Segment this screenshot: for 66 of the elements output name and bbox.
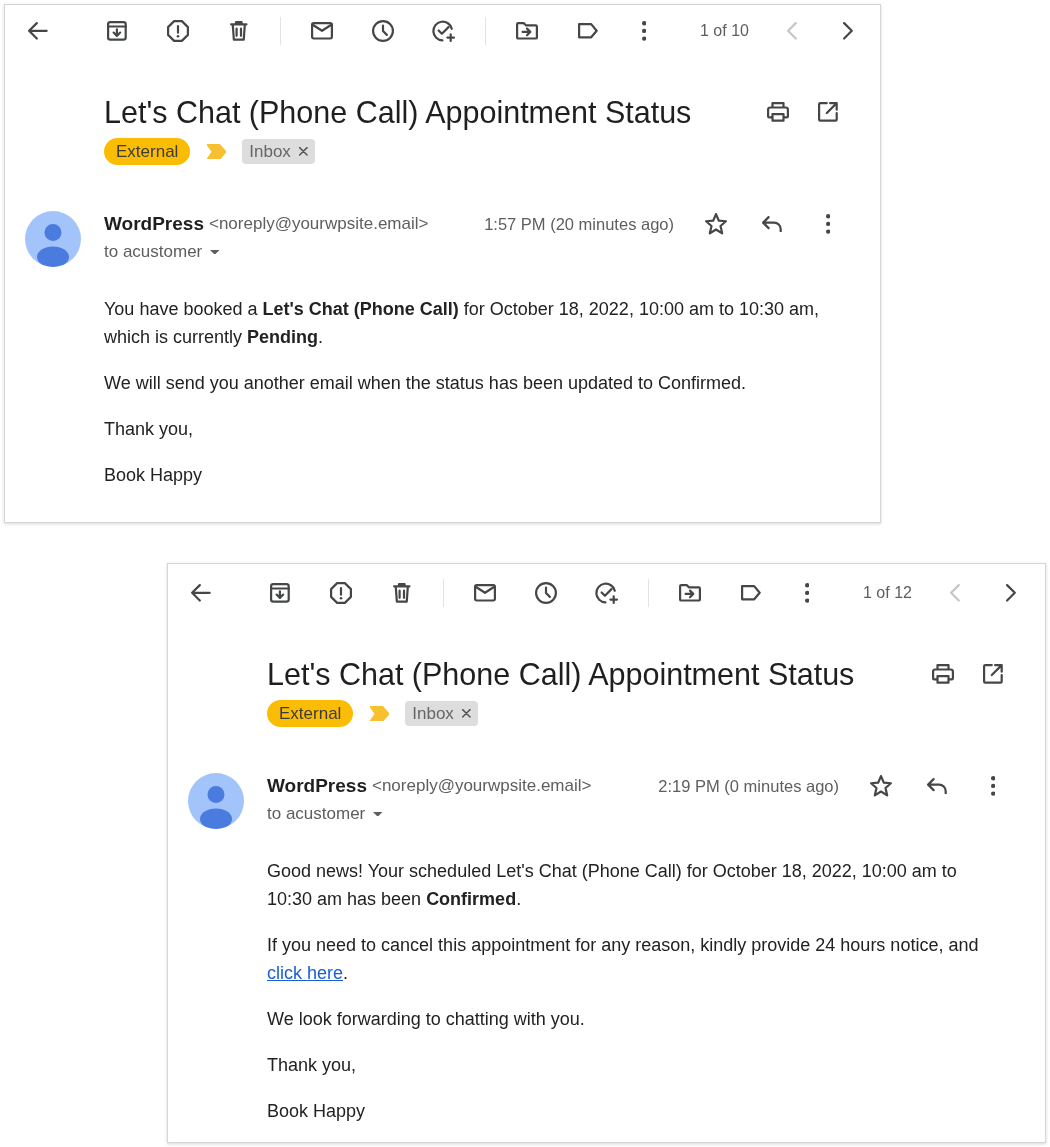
- folder-arrow-icon[interactable]: [679, 584, 701, 602]
- label-chip[interactable]: External: [267, 700, 354, 727]
- person-avatar-icon: [25, 211, 81, 267]
- sender-email: <noreply@yourwpsite.email>: [208, 214, 429, 234]
- body-paragraph: Book Happy: [267, 1100, 367, 1123]
- body-paragraph: You have booked a Let's Chat (Phone Call) for October 18, 2022, 10:00 am to 10:30 am, which is currently Pending.: [104, 298, 820, 349]
- printer-icon[interactable]: [767, 102, 789, 122]
- chevron-right-icon[interactable]: [843, 22, 853, 40]
- body-paragraph: Thank you,: [104, 418, 195, 441]
- curved-arrow-icon[interactable]: [762, 215, 782, 233]
- caret-down-icon[interactable]: [210, 249, 220, 255]
- label-chip[interactable]: Inbox: [242, 139, 315, 164]
- caret-down-icon[interactable]: [373, 811, 383, 817]
- folder-arrow-icon[interactable]: [516, 22, 538, 40]
- timestamp: 1:57 PM (20 minutes ago): [484, 214, 674, 234]
- body-paragraph: Good news! Your scheduled Let's Chat (Phone Call) for October 18, 2022, 10:00 am to 10:30 am has been Confirmed.: [267, 860, 958, 911]
- trash-can-icon[interactable]: [230, 21, 248, 41]
- dots-vertical-icon[interactable]: [990, 776, 996, 796]
- chevron-marker-icon[interactable]: [370, 705, 390, 722]
- tag-icon[interactable]: [741, 585, 761, 601]
- timestamp: 2:19 PM (0 minutes ago): [658, 776, 839, 796]
- arrow-left-icon[interactable]: [191, 584, 211, 602]
- person-avatar-icon: [188, 773, 244, 829]
- link[interactable]: click here: [267, 963, 344, 983]
- curved-arrow-icon[interactable]: [927, 777, 947, 795]
- clock-icon[interactable]: [535, 582, 557, 604]
- sender-email: <noreply@yourwpsite.email>: [371, 776, 592, 796]
- chevron-right-icon[interactable]: [1006, 584, 1016, 602]
- arrow-left-icon[interactable]: [28, 22, 48, 40]
- email-subject: Let's Chat (Phone Call) Appointment Status: [267, 656, 855, 692]
- close-icon[interactable]: [461, 709, 471, 718]
- dots-vertical-icon[interactable]: [804, 583, 810, 603]
- label-chip[interactable]: External: [104, 138, 191, 165]
- star-icon[interactable]: [705, 213, 727, 235]
- box-arrow-down-icon[interactable]: [270, 583, 290, 603]
- page-counter: 1 of 10: [700, 22, 749, 40]
- external-link-icon[interactable]: [983, 664, 1003, 684]
- star-icon[interactable]: [870, 775, 892, 797]
- body-paragraph: Book Happy: [104, 464, 204, 487]
- tag-icon[interactable]: [578, 23, 598, 39]
- envelope-icon[interactable]: [474, 584, 496, 602]
- dots-vertical-icon[interactable]: [825, 214, 831, 234]
- sender-name: WordPress: [104, 213, 204, 235]
- check-circle-plus-icon[interactable]: [432, 20, 456, 42]
- recipient-dropdown[interactable]: to acustomer: [104, 240, 220, 264]
- body-paragraph: We look forwarding to chatting with you.: [267, 1008, 586, 1031]
- email-subject: Let's Chat (Phone Call) Appointment Status: [104, 94, 692, 130]
- sender-name: WordPress: [267, 775, 367, 797]
- dots-vertical-icon[interactable]: [641, 21, 647, 41]
- envelope-icon[interactable]: [311, 22, 333, 40]
- chevron-marker-icon[interactable]: [207, 143, 227, 160]
- check-circle-plus-icon[interactable]: [595, 582, 619, 604]
- label-chip[interactable]: Inbox: [405, 701, 478, 726]
- external-link-icon[interactable]: [818, 102, 838, 122]
- body-paragraph: We will send you another email when the status has been updated to Confirmed.: [104, 372, 748, 395]
- octagon-exclamation-icon[interactable]: [330, 582, 352, 604]
- page-counter: 1 of 12: [863, 584, 912, 602]
- body-paragraph: If you need to cancel this appointment for any reason, kindly provide 24 hours notice, and click here.: [267, 934, 980, 985]
- box-arrow-down-icon[interactable]: [107, 21, 127, 41]
- printer-icon[interactable]: [932, 664, 954, 684]
- close-icon[interactable]: [298, 147, 308, 156]
- body-paragraph: Thank you,: [267, 1054, 358, 1077]
- recipient-dropdown[interactable]: to acustomer: [267, 802, 383, 826]
- octagon-exclamation-icon[interactable]: [167, 20, 189, 42]
- clock-icon[interactable]: [372, 20, 394, 42]
- trash-can-icon[interactable]: [393, 583, 411, 603]
